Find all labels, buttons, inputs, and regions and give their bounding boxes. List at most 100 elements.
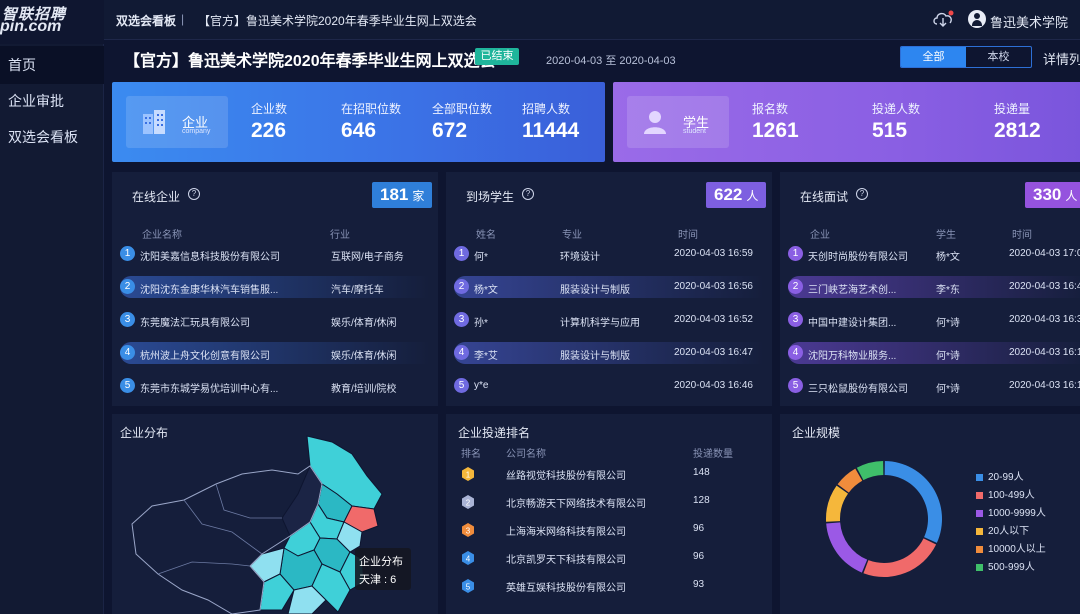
table-row[interactable]: 1 天创时尚股份有限公司 杨*文 2020-04-03 17:0 <box>788 243 1080 265</box>
time-cell: 2020-04-03 16:52 <box>674 314 753 325</box>
help-icon[interactable]: ? <box>856 188 868 200</box>
cloud-download-icon[interactable] <box>932 10 954 28</box>
panel-title: 在线面试 <box>800 190 849 204</box>
table-row[interactable]: 4 李*艾 服装设计与制版 2020-04-03 16:47 <box>454 342 764 364</box>
company-name-cell: 中国中建设计集团... <box>808 318 897 329</box>
ranking-row[interactable]: 4 北京凯罗天下科技有限公司 96 <box>446 546 764 570</box>
table-row[interactable]: 3 东莞魔法汇玩具有限公司 娱乐/体育/休闲 <box>120 309 430 331</box>
table-row[interactable]: 5 东莞市东城学易优培训中心有... 教育/培训/院校 <box>120 375 430 397</box>
user-avatar-icon[interactable] <box>968 10 986 28</box>
legend-item[interactable]: 100-499人 <box>976 486 1035 501</box>
donut-slice[interactable] <box>826 522 868 573</box>
count-unit: 人 <box>746 189 759 203</box>
rank-medal-icon: 4 <box>462 551 474 565</box>
student-name-cell: 何*诗 <box>936 384 960 395</box>
legend-item[interactable]: 20-99人 <box>976 468 1024 483</box>
detail-list-link[interactable]: 详情列 <box>1043 49 1080 68</box>
ranking-row[interactable]: 5 英雄互娱科技股份有限公司 93 <box>446 574 764 598</box>
count-number: 622 <box>714 185 743 204</box>
donut-slice[interactable] <box>884 461 942 543</box>
nav-item-home[interactable]: 首页 <box>0 46 104 84</box>
count-unit: 家 <box>412 189 425 203</box>
column-header: 学生 <box>936 230 956 241</box>
student-name-cell: y*e <box>474 380 489 391</box>
table-row[interactable]: 4 沈阳万科物业服务... 何*诗 2020-04-03 16:1 <box>788 342 1080 364</box>
ranking-row[interactable]: 2 北京畅游天下网络技术有限公司 128 <box>446 490 764 514</box>
stat-value: 11444 <box>522 119 580 142</box>
scope-all-button[interactable]: 全部 <box>901 47 966 67</box>
legend-item[interactable]: 1000-9999人 <box>976 504 1046 519</box>
table-row[interactable]: 2 杨*文 服装设计与制版 2020-04-03 16:56 <box>454 276 764 298</box>
table-row[interactable]: 3 孙* 计算机科学与应用 2020-04-03 16:52 <box>454 309 764 331</box>
time-cell: 2020-04-03 16:1 <box>1009 347 1080 358</box>
zhaopin-logo[interactable]: 智联招聘 pin.com <box>0 0 104 44</box>
application-count-cell: 93 <box>693 579 705 590</box>
scope-own-school-button[interactable]: 本校 <box>966 47 1031 67</box>
legend-label: 500-999人 <box>988 562 1035 573</box>
rank-medal-icon: 2 <box>462 495 474 509</box>
company-name-cell: 三门峡艺海艺术创... <box>808 285 897 296</box>
row-index-badge: 1 <box>120 246 135 261</box>
stat-label: 招聘人数 <box>522 102 571 116</box>
table-row[interactable]: 2 三门峡艺海艺术创... 李*东 2020-04-03 16:4 <box>788 276 1080 298</box>
table-row[interactable]: 4 杭州波上舟文化创意有限公司 娱乐/体育/休闲 <box>120 342 430 364</box>
student-icon <box>644 111 666 134</box>
legend-item[interactable]: 500-999人 <box>976 558 1035 573</box>
table-row[interactable]: 5 三只松鼠股份有限公司 何*诗 2020-04-03 16:1 <box>788 375 1080 397</box>
major-cell: 服装设计与制版 <box>560 285 630 296</box>
stat-label: 报名数 <box>752 102 789 116</box>
stat-label: 投递人数 <box>872 102 921 116</box>
industry-cell: 汽车/摩托车 <box>331 285 384 296</box>
donut-slice[interactable] <box>856 461 884 481</box>
legend-item[interactable]: 10000人以上 <box>976 540 1046 555</box>
donut-slice[interactable] <box>826 485 849 522</box>
company-name-cell: 丝路视觉科技股份有限公司 <box>506 471 626 482</box>
nav-item-enterprise-approval[interactable]: 企业审批 <box>0 82 104 120</box>
legend-label: 1000-9999人 <box>988 508 1046 519</box>
table-row[interactable]: 5 y*e 2020-04-03 16:46 <box>454 375 764 397</box>
nav-item-fair-dashboard[interactable]: 双选会看板 <box>0 118 104 156</box>
logo-en: pin.com <box>0 18 62 35</box>
stat-value: 515 <box>872 119 908 142</box>
ranking-row[interactable]: 3 上海海米网络科技有限公司 96 <box>446 518 764 542</box>
help-icon[interactable]: ? <box>188 188 200 200</box>
table-row[interactable]: 2 沈阳沈东金康华林汽车销售服... 汽车/摩托车 <box>120 276 430 298</box>
breadcrumb-current: 【官方】鲁迅美术学院2020年春季毕业生网上双选会 <box>198 14 477 28</box>
company-name-cell: 上海海米网络科技有限公司 <box>506 527 626 538</box>
row-index-badge: 4 <box>454 345 469 360</box>
industry-cell: 互联网/电子商务 <box>331 252 404 263</box>
school-name[interactable]: 鲁迅美术学院 <box>990 12 1068 31</box>
scope-toggle: 全部 本校 <box>900 46 1032 68</box>
table-row[interactable]: 1 沈阳美嘉信息科技股份有限公司 互联网/电子商务 <box>120 243 430 265</box>
table-row[interactable]: 1 何* 环境设计 2020-04-03 16:59 <box>454 243 764 265</box>
major-cell: 计算机科学与应用 <box>560 318 640 329</box>
stat-value: 2812 <box>994 119 1041 142</box>
legend-item[interactable]: 20人以下 <box>976 522 1029 537</box>
application-count-cell: 148 <box>693 467 710 478</box>
time-cell: 2020-04-03 16:1 <box>1009 380 1080 391</box>
industry-cell: 娱乐/体育/休闲 <box>331 318 397 329</box>
time-cell: 2020-04-03 16:47 <box>674 347 753 358</box>
column-header: 排名 <box>461 449 481 460</box>
rank-medal-icon: 5 <box>462 579 474 593</box>
ranking-row[interactable]: 1 丝路视觉科技股份有限公司 148 <box>446 462 764 486</box>
company-scale-donut-chart[interactable] <box>819 454 949 584</box>
company-stats-banner: 企业 company 企业数 226 在招职位数 646 全部职位数 672 招… <box>112 82 605 162</box>
row-index-badge: 2 <box>454 279 469 294</box>
panel-title: 在线企业 <box>132 190 181 204</box>
time-cell: 2020-04-03 17:0 <box>1009 248 1080 259</box>
column-header: 姓名 <box>476 230 496 241</box>
legend-swatch <box>976 509 983 517</box>
time-cell: 2020-04-03 16:3 <box>1009 314 1080 325</box>
interview-count: 330 人 <box>1025 182 1080 208</box>
table-row[interactable]: 3 中国中建设计集团... 何*诗 2020-04-03 16:3 <box>788 309 1080 331</box>
row-index-badge: 5 <box>454 378 469 393</box>
donut-slice[interactable] <box>863 538 937 577</box>
help-icon[interactable]: ? <box>522 188 534 200</box>
row-index-badge: 2 <box>120 279 135 294</box>
industry-cell: 教育/培训/院校 <box>331 384 397 395</box>
breadcrumb-root[interactable]: 双选会看板 <box>116 12 176 29</box>
column-header: 企业名称 <box>142 230 182 241</box>
application-count-cell: 96 <box>693 551 705 562</box>
stat-label: 企业数 <box>251 102 288 116</box>
